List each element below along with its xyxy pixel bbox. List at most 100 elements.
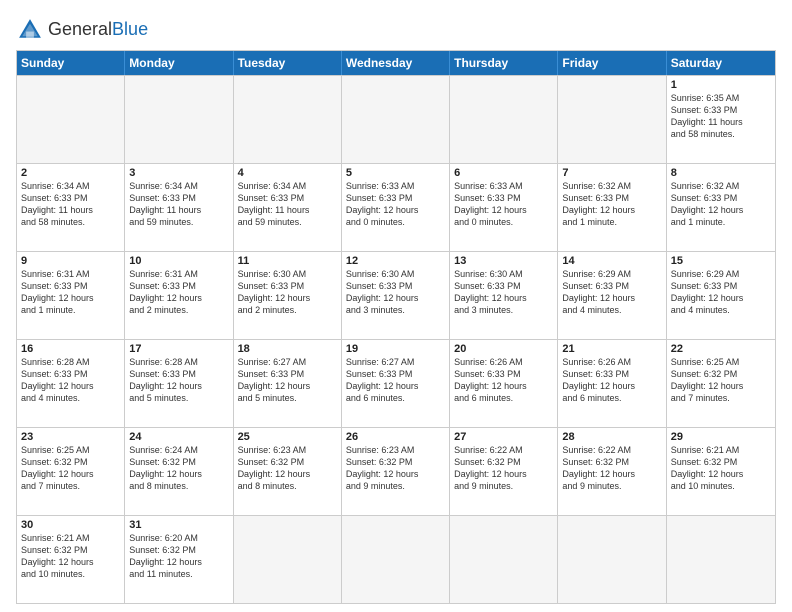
day-number: 3 (129, 167, 228, 179)
calendar-cell: 16Sunrise: 6:28 AM Sunset: 6:33 PM Dayli… (17, 340, 125, 427)
day-number: 2 (21, 167, 120, 179)
calendar-cell (450, 516, 558, 603)
day-info: Sunrise: 6:28 AM Sunset: 6:33 PM Dayligh… (129, 356, 228, 405)
day-number: 21 (562, 343, 661, 355)
day-info: Sunrise: 6:22 AM Sunset: 6:32 PM Dayligh… (562, 444, 661, 493)
logo-text: GeneralBlue (48, 20, 148, 40)
logo-general: GeneralBlue (48, 19, 148, 39)
day-info: Sunrise: 6:24 AM Sunset: 6:32 PM Dayligh… (129, 444, 228, 493)
calendar-cell: 30Sunrise: 6:21 AM Sunset: 6:32 PM Dayli… (17, 516, 125, 603)
calendar-cell (234, 516, 342, 603)
logo-icon (16, 16, 44, 44)
calendar-cell: 1Sunrise: 6:35 AM Sunset: 6:33 PM Daylig… (667, 76, 775, 163)
calendar-cell: 4Sunrise: 6:34 AM Sunset: 6:33 PM Daylig… (234, 164, 342, 251)
day-info: Sunrise: 6:26 AM Sunset: 6:33 PM Dayligh… (454, 356, 553, 405)
day-number: 5 (346, 167, 445, 179)
day-info: Sunrise: 6:34 AM Sunset: 6:33 PM Dayligh… (238, 180, 337, 229)
calendar-cell: 11Sunrise: 6:30 AM Sunset: 6:33 PM Dayli… (234, 252, 342, 339)
calendar-cell: 20Sunrise: 6:26 AM Sunset: 6:33 PM Dayli… (450, 340, 558, 427)
calendar: SundayMondayTuesdayWednesdayThursdayFrid… (16, 50, 776, 604)
calendar-cell: 9Sunrise: 6:31 AM Sunset: 6:33 PM Daylig… (17, 252, 125, 339)
day-number: 26 (346, 431, 445, 443)
day-number: 30 (21, 519, 120, 531)
calendar-cell: 5Sunrise: 6:33 AM Sunset: 6:33 PM Daylig… (342, 164, 450, 251)
day-info: Sunrise: 6:21 AM Sunset: 6:32 PM Dayligh… (21, 532, 120, 581)
day-info: Sunrise: 6:30 AM Sunset: 6:33 PM Dayligh… (238, 268, 337, 317)
calendar-cell (234, 76, 342, 163)
day-of-week-friday: Friday (558, 51, 666, 75)
calendar-cell: 13Sunrise: 6:30 AM Sunset: 6:33 PM Dayli… (450, 252, 558, 339)
day-number: 17 (129, 343, 228, 355)
calendar-cell: 14Sunrise: 6:29 AM Sunset: 6:33 PM Dayli… (558, 252, 666, 339)
day-info: Sunrise: 6:32 AM Sunset: 6:33 PM Dayligh… (562, 180, 661, 229)
calendar-cell: 23Sunrise: 6:25 AM Sunset: 6:32 PM Dayli… (17, 428, 125, 515)
day-info: Sunrise: 6:23 AM Sunset: 6:32 PM Dayligh… (238, 444, 337, 493)
day-of-week-tuesday: Tuesday (234, 51, 342, 75)
calendar-cell: 17Sunrise: 6:28 AM Sunset: 6:33 PM Dayli… (125, 340, 233, 427)
calendar-cell (342, 516, 450, 603)
day-info: Sunrise: 6:25 AM Sunset: 6:32 PM Dayligh… (671, 356, 771, 405)
day-number: 7 (562, 167, 661, 179)
day-number: 12 (346, 255, 445, 267)
day-number: 29 (671, 431, 771, 443)
day-number: 22 (671, 343, 771, 355)
calendar-cell: 24Sunrise: 6:24 AM Sunset: 6:32 PM Dayli… (125, 428, 233, 515)
day-info: Sunrise: 6:28 AM Sunset: 6:33 PM Dayligh… (21, 356, 120, 405)
page: GeneralBlue SundayMondayTuesdayWednesday… (0, 0, 792, 612)
calendar-cell (558, 76, 666, 163)
day-info: Sunrise: 6:34 AM Sunset: 6:33 PM Dayligh… (21, 180, 120, 229)
day-number: 11 (238, 255, 337, 267)
day-number: 28 (562, 431, 661, 443)
day-info: Sunrise: 6:21 AM Sunset: 6:32 PM Dayligh… (671, 444, 771, 493)
day-number: 6 (454, 167, 553, 179)
day-info: Sunrise: 6:34 AM Sunset: 6:33 PM Dayligh… (129, 180, 228, 229)
calendar-row-4: 23Sunrise: 6:25 AM Sunset: 6:32 PM Dayli… (17, 427, 775, 515)
day-number: 9 (21, 255, 120, 267)
calendar-row-2: 9Sunrise: 6:31 AM Sunset: 6:33 PM Daylig… (17, 251, 775, 339)
day-number: 23 (21, 431, 120, 443)
day-number: 14 (562, 255, 661, 267)
day-info: Sunrise: 6:29 AM Sunset: 6:33 PM Dayligh… (671, 268, 771, 317)
calendar-row-0: 1Sunrise: 6:35 AM Sunset: 6:33 PM Daylig… (17, 75, 775, 163)
day-info: Sunrise: 6:25 AM Sunset: 6:32 PM Dayligh… (21, 444, 120, 493)
calendar-header: SundayMondayTuesdayWednesdayThursdayFrid… (17, 51, 775, 75)
calendar-cell: 3Sunrise: 6:34 AM Sunset: 6:33 PM Daylig… (125, 164, 233, 251)
day-info: Sunrise: 6:31 AM Sunset: 6:33 PM Dayligh… (21, 268, 120, 317)
day-number: 1 (671, 79, 771, 91)
day-number: 20 (454, 343, 553, 355)
calendar-cell: 26Sunrise: 6:23 AM Sunset: 6:32 PM Dayli… (342, 428, 450, 515)
calendar-cell (667, 516, 775, 603)
day-of-week-saturday: Saturday (667, 51, 775, 75)
calendar-row-5: 30Sunrise: 6:21 AM Sunset: 6:32 PM Dayli… (17, 515, 775, 603)
day-number: 4 (238, 167, 337, 179)
calendar-cell: 12Sunrise: 6:30 AM Sunset: 6:33 PM Dayli… (342, 252, 450, 339)
calendar-cell (558, 516, 666, 603)
day-info: Sunrise: 6:31 AM Sunset: 6:33 PM Dayligh… (129, 268, 228, 317)
day-info: Sunrise: 6:20 AM Sunset: 6:32 PM Dayligh… (129, 532, 228, 581)
calendar-cell: 22Sunrise: 6:25 AM Sunset: 6:32 PM Dayli… (667, 340, 775, 427)
day-info: Sunrise: 6:29 AM Sunset: 6:33 PM Dayligh… (562, 268, 661, 317)
header: GeneralBlue (16, 16, 776, 44)
calendar-cell: 15Sunrise: 6:29 AM Sunset: 6:33 PM Dayli… (667, 252, 775, 339)
day-of-week-sunday: Sunday (17, 51, 125, 75)
calendar-cell: 31Sunrise: 6:20 AM Sunset: 6:32 PM Dayli… (125, 516, 233, 603)
day-info: Sunrise: 6:33 AM Sunset: 6:33 PM Dayligh… (454, 180, 553, 229)
calendar-cell: 6Sunrise: 6:33 AM Sunset: 6:33 PM Daylig… (450, 164, 558, 251)
calendar-row-1: 2Sunrise: 6:34 AM Sunset: 6:33 PM Daylig… (17, 163, 775, 251)
calendar-cell (125, 76, 233, 163)
day-of-week-monday: Monday (125, 51, 233, 75)
day-number: 18 (238, 343, 337, 355)
day-number: 27 (454, 431, 553, 443)
calendar-cell (342, 76, 450, 163)
day-info: Sunrise: 6:27 AM Sunset: 6:33 PM Dayligh… (238, 356, 337, 405)
calendar-cell (450, 76, 558, 163)
day-of-week-wednesday: Wednesday (342, 51, 450, 75)
calendar-cell (17, 76, 125, 163)
day-number: 10 (129, 255, 228, 267)
calendar-cell: 21Sunrise: 6:26 AM Sunset: 6:33 PM Dayli… (558, 340, 666, 427)
day-info: Sunrise: 6:23 AM Sunset: 6:32 PM Dayligh… (346, 444, 445, 493)
calendar-cell: 7Sunrise: 6:32 AM Sunset: 6:33 PM Daylig… (558, 164, 666, 251)
day-number: 8 (671, 167, 771, 179)
day-number: 31 (129, 519, 228, 531)
day-number: 24 (129, 431, 228, 443)
